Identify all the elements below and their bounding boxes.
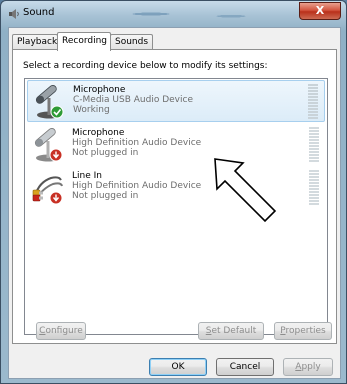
audio-level-meter [309,127,319,162]
device-status: Working [73,105,110,115]
set-default-button[interactable]: Set Default [198,322,264,340]
apply-label-post: pply [301,362,321,372]
configure-label-post: onfigure [45,326,83,336]
instructions-text: Select a recording device below to modif… [23,61,268,71]
microphone-icon [35,85,64,119]
device-name: Microphone [73,85,126,95]
properties-label-post: roperties [285,326,326,336]
device-status: Not plugged in [72,148,139,158]
red-down-arrow-badge-icon [49,191,63,205]
dialog-client-area: Playback Recording Sounds Select a recor… [8,27,341,379]
list-item-device-usb-microphone[interactable]: Microphone C-Media USB Audio Device Work… [27,80,325,122]
ok-button[interactable]: OK [149,358,207,376]
title-bar-decoration [91,3,291,25]
red-down-arrow-badge-icon [49,148,63,162]
configure-button[interactable]: Configure [36,322,86,340]
device-name: Microphone [72,128,125,138]
device-description: High Definition Audio Device [72,181,202,191]
microphone-icon [34,128,63,162]
audio-level-meter [309,170,319,205]
audio-level-meter [308,84,318,119]
title-bar[interactable]: Sound X [1,1,346,27]
device-text: Microphone C-Media USB Audio Device Work… [73,85,193,115]
close-button[interactable]: X [299,2,341,20]
device-name: Line In [72,171,102,181]
speaker-icon[interactable] [8,8,20,20]
window-title: Sound [23,7,55,18]
green-check-badge-icon [50,105,64,119]
tab-recording[interactable]: Recording [57,32,111,51]
close-icon: X [315,4,325,17]
apply-button[interactable]: Apply [283,358,333,376]
device-description: C-Media USB Audio Device [73,95,193,105]
annotation-arrow-icon [214,158,277,223]
tab-playback[interactable]: Playback [12,34,58,50]
device-description: High Definition Audio Device [72,138,202,148]
tab-sounds[interactable]: Sounds [110,34,153,50]
device-text: Microphone High Definition Audio Device … [72,128,201,158]
sound-dialog-window: Sound X Playback Recording Sounds Select… [0,0,347,384]
line-in-cable-icon [32,176,63,205]
set-default-label-post: et Default [211,326,257,336]
recording-tab-panel: Select a recording device below to modif… [12,49,337,344]
cancel-button[interactable]: Cancel [216,358,274,376]
device-text: Line In High Definition Audio Device Not… [72,171,201,201]
recording-device-list[interactable]: Microphone C-Media USB Audio Device Work… [24,78,328,335]
device-status: Not plugged in [72,191,139,201]
properties-button[interactable]: Properties [274,322,332,340]
